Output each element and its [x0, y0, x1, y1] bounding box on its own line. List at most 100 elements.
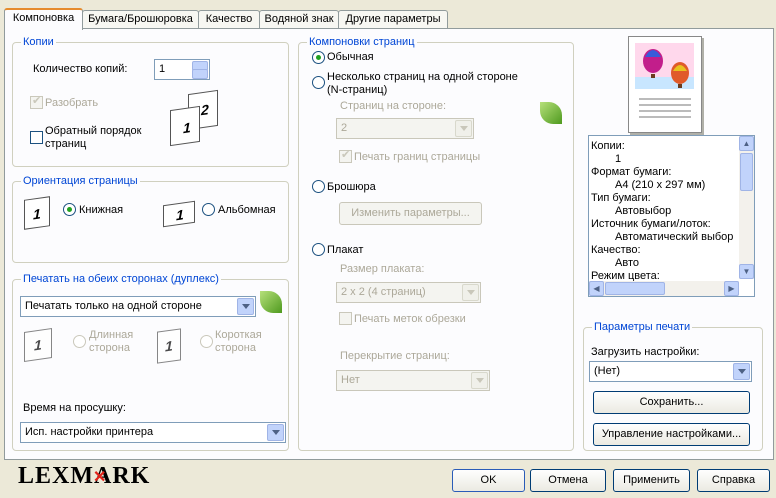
tab-quality[interactable]: Качество: [198, 10, 260, 28]
collate-label: Разобрать: [45, 97, 99, 109]
summary-line: Авто: [615, 257, 639, 269]
summary-lines: Копии: 1 Формат бумаги: A4 (210 x 297 мм) Ти…: [591, 140, 733, 283]
landscape-radio[interactable]: [202, 203, 215, 216]
scroll-down-icon[interactable]: ▼: [739, 264, 754, 279]
long-edge-label-1: Длинная: [89, 329, 134, 341]
scroll-right-icon[interactable]: ▶: [724, 281, 739, 296]
print-borders-label: Печать границ страницы: [354, 151, 481, 163]
short-edge-icon: 1: [157, 328, 181, 364]
short-edge-label-1: Короткая: [215, 329, 262, 341]
orientation-group: Ориентация страницы: [12, 175, 289, 263]
long-edge-radio[interactable]: [73, 335, 86, 348]
pages-per-side-label: Страниц на стороне:: [340, 100, 447, 112]
drying-select[interactable]: Исп. настройки принтера: [20, 422, 286, 443]
overlap-select[interactable]: Нет: [336, 370, 490, 391]
vertical-scrollbar[interactable]: ▲ ▼: [739, 136, 754, 279]
summary-line: Качество:: [591, 244, 641, 256]
preview-thumbnail: [628, 36, 702, 133]
chevron-down-icon[interactable]: [455, 120, 472, 137]
layout-normal-radio[interactable]: [312, 51, 325, 64]
duplex-title: Печатать на обеих сторонах (дуплекс): [21, 273, 221, 286]
balloon-image-icon: [635, 43, 694, 118]
poster-size-label: Размер плаката:: [340, 263, 425, 275]
pages-per-side-select[interactable]: 2: [336, 118, 474, 139]
logo-text: LEXMARK: [18, 463, 151, 489]
chevron-down-icon[interactable]: [267, 424, 284, 441]
summary-line: A4 (210 x 297 мм): [615, 179, 706, 191]
print-settings-title: Параметры печати: [592, 321, 693, 334]
load-settings-select[interactable]: (Нет): [589, 361, 752, 382]
portrait-label: Книжная: [79, 204, 124, 216]
help-button[interactable]: Справка: [697, 469, 770, 492]
pages-per-side-value: 2: [341, 122, 348, 134]
settings-summary[interactable]: Копии: 1 Формат бумаги: A4 (210 x 297 мм) Ти…: [588, 135, 755, 297]
booklet-settings-button[interactable]: Изменить параметры...: [339, 202, 482, 225]
page-layouts-title: Компоновки страниц: [307, 36, 417, 49]
drying-select-value: Исп. настройки принтера: [25, 426, 154, 438]
chevron-down-icon[interactable]: [462, 284, 479, 301]
spin-down-icon[interactable]: [192, 69, 208, 79]
scroll-up-icon[interactable]: ▲: [739, 136, 754, 151]
tab-layout[interactable]: Компоновка: [4, 8, 83, 30]
horizontal-scrollbar[interactable]: ◀ ▶: [589, 281, 739, 296]
duplex-select[interactable]: Печатать только на одной стороне: [20, 296, 256, 317]
summary-line: Автоматический выбор: [615, 231, 734, 243]
long-edge-icon: 1: [24, 328, 52, 362]
tab-watermark[interactable]: Водяной знак: [259, 10, 339, 28]
layout-nup-label-1: Несколько страниц на одной стороне: [327, 71, 518, 83]
load-settings-value: (Нет): [594, 365, 621, 377]
summary-line: Источник бумаги/лоток:: [591, 218, 711, 230]
chevron-down-icon[interactable]: [237, 298, 254, 315]
overlap-value: Нет: [341, 374, 360, 386]
print-borders-checkbox[interactable]: ✔: [339, 149, 352, 163]
copies-count-value: 1: [159, 63, 166, 75]
short-edge-label-2: сторона: [215, 342, 256, 354]
chevron-down-icon[interactable]: [733, 363, 750, 380]
chevron-down-icon[interactable]: [471, 372, 488, 389]
summary-line: Формат бумаги:: [591, 166, 672, 178]
portrait-icon: 1: [24, 196, 50, 230]
summary-line: Автовыбор: [615, 205, 672, 217]
crop-marks-checkbox[interactable]: [339, 312, 352, 325]
manage-settings-button[interactable]: Управление настройками...: [593, 423, 750, 446]
drying-label: Время на просушку:: [23, 402, 126, 414]
cancel-button[interactable]: Отмена: [530, 469, 606, 492]
collate-page-1-icon: 1: [170, 105, 200, 147]
summary-line: Тип бумаги:: [591, 192, 651, 204]
logo-accent-icon: ✕: [93, 469, 107, 486]
copies-spinner[interactable]: 1: [154, 59, 210, 80]
scroll-left-icon[interactable]: ◀: [589, 281, 604, 296]
reverse-order-label-1: Обратный порядок: [45, 125, 142, 137]
copies-title: Копии: [21, 36, 56, 49]
duplex-select-value: Печатать только на одной стороне: [25, 300, 202, 312]
layout-nup-label-2: (N-страниц): [327, 84, 388, 96]
reverse-order-checkbox[interactable]: [30, 131, 43, 144]
tab-paper[interactable]: Бумага/Брошюровка: [82, 10, 199, 28]
crop-marks-label: Печать меток обрезки: [354, 313, 466, 325]
copies-count-label: Количество копий:: [33, 63, 128, 75]
poster-size-select[interactable]: 2 x 2 (4 страниц): [336, 282, 481, 303]
orientation-title: Ориентация страницы: [21, 175, 140, 188]
apply-button[interactable]: Применить: [613, 469, 690, 492]
portrait-radio[interactable]: [63, 203, 76, 216]
layout-poster-radio[interactable]: [312, 243, 325, 256]
save-settings-button[interactable]: Сохранить...: [593, 391, 750, 414]
long-edge-label-2: сторона: [89, 342, 130, 354]
lexmark-logo: LEXMARK: [18, 462, 150, 490]
layout-nup-radio[interactable]: [312, 76, 325, 89]
summary-line: Копии:: [591, 140, 625, 152]
hscroll-thumb[interactable]: [605, 282, 665, 295]
tab-other[interactable]: Другие параметры: [338, 10, 448, 28]
poster-size-value: 2 x 2 (4 страниц): [341, 286, 426, 298]
landscape-label: Альбомная: [218, 204, 276, 216]
landscape-icon: 1: [163, 200, 195, 228]
collate-checkbox[interactable]: ✔: [30, 95, 43, 109]
summary-line: 1: [615, 153, 622, 165]
layout-poster-label: Плакат: [327, 244, 364, 256]
ok-button[interactable]: OK: [452, 469, 525, 492]
layout-booklet-radio[interactable]: [312, 180, 325, 193]
layout-booklet-label: Брошюра: [327, 181, 376, 193]
scroll-thumb[interactable]: [740, 153, 753, 191]
short-edge-radio[interactable]: [200, 335, 213, 348]
overlap-label: Перекрытие страниц:: [340, 350, 450, 362]
